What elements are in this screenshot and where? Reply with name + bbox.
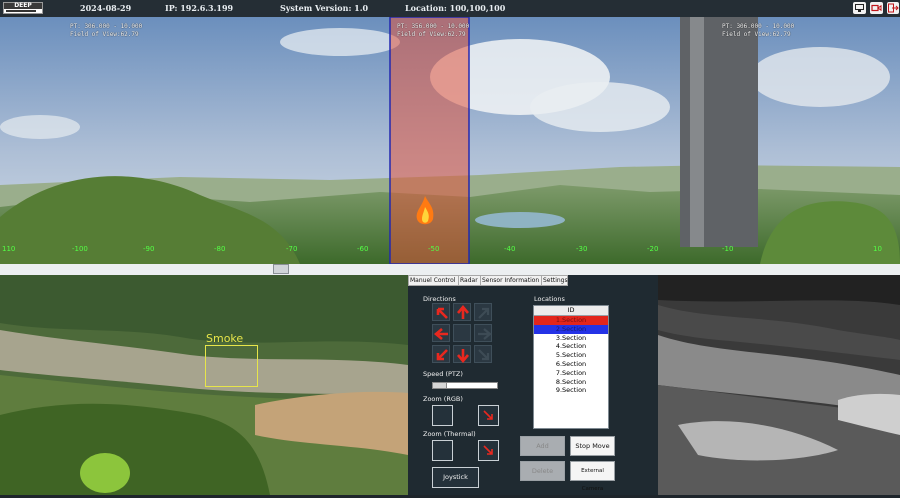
azimuth-tick: -50	[428, 245, 440, 253]
azimuth-tick: -70	[286, 245, 298, 253]
azimuth-tick: 110	[2, 245, 16, 253]
locations-list[interactable]: ID 1.Section 2.Section 3.Section 4.Secti…	[533, 305, 609, 429]
location-row-selected[interactable]: 2.Section	[534, 324, 608, 334]
azimuth-tick: -90	[143, 245, 155, 253]
panorama-scene	[0, 17, 900, 264]
locations-header: ID	[534, 306, 608, 316]
zoom-thermal-in-button[interactable]	[432, 440, 453, 461]
thermal-camera-view[interactable]	[658, 275, 900, 495]
zoom-thermal-out-button[interactable]	[478, 440, 499, 461]
ptz-overlay-right: PT: 306.000 - 10.000 Field of View:62.79	[722, 23, 794, 39]
panorama-view[interactable]: PT: 306.000 - 10.000 Field of View:62.79…	[0, 17, 900, 264]
ptz-right-fov: Field of View:62.79	[722, 31, 791, 38]
ptz-right-position: PT: 306.000 - 10.000	[722, 23, 795, 30]
panorama-scrollbar[interactable]	[0, 264, 900, 275]
ptz-center-fov: Field of View:62.79	[397, 31, 466, 38]
speed-slider[interactable]	[432, 382, 498, 389]
azimuth-scale: 110 -100 -90 -80 -70 -60 -50 -40 -30 -20…	[0, 245, 900, 259]
location-label: Location: 100,100,100	[405, 3, 506, 13]
joystick-button[interactable]: Joystick	[432, 467, 479, 488]
directions-label: Directions	[423, 295, 456, 303]
location-row-selected[interactable]: 1.Section	[534, 316, 608, 325]
direction-pad	[432, 303, 492, 365]
arrow-left-button[interactable]	[432, 324, 450, 342]
version-label: System Version: 1.0	[280, 3, 369, 13]
azimuth-tick: -20	[647, 245, 659, 253]
add-button[interactable]: Add	[520, 436, 565, 456]
zoom-rgb-out-button[interactable]	[478, 405, 499, 426]
smoke-detection-box	[205, 345, 258, 387]
tab-settings[interactable]: Settings	[541, 275, 568, 286]
tab-radar[interactable]: Radar	[458, 275, 481, 286]
logo-text: DEEP	[4, 3, 42, 9]
rgb-camera-view[interactable]: Smoke	[0, 275, 408, 495]
tab-sensor-information[interactable]: Sensor Information	[480, 275, 542, 286]
external-camera-button[interactable]: External Camera	[570, 461, 615, 492]
location-row[interactable]: 7.Section	[534, 369, 608, 378]
ptz-center-position: PT: 356.000 - 10.000	[397, 23, 470, 30]
azimuth-tick: -40	[504, 245, 516, 253]
delete-button[interactable]: Delete	[520, 461, 565, 481]
speed-label: Speed (PTZ)	[423, 370, 463, 378]
monitor-icon[interactable]	[853, 2, 866, 14]
azimuth-tick: -60	[357, 245, 369, 253]
azimuth-tick: -10	[722, 245, 734, 253]
smoke-detection-label: Smoke	[206, 332, 244, 345]
thermal-camera-scene	[658, 275, 900, 495]
location-row[interactable]: 5.Section	[534, 351, 608, 360]
zoom-thermal-label: Zoom (Thermal)	[423, 430, 476, 438]
fire-icon	[416, 196, 434, 225]
top-bar: DEEP 2024-08-29 IP: 192.6.3.199 System V…	[0, 0, 900, 17]
azimuth-tick: -100	[72, 245, 88, 253]
speed-slider-handle[interactable]	[433, 383, 447, 388]
panorama-scroll-handle[interactable]	[273, 264, 289, 274]
arrow-up-left-button[interactable]	[432, 303, 450, 321]
stop-move-button[interactable]: Stop Move	[570, 436, 615, 456]
location-row[interactable]: 8.Section	[534, 378, 608, 387]
arrow-up-button[interactable]	[453, 303, 471, 321]
location-row[interactable]: 9.Section	[534, 386, 608, 395]
azimuth-tick: 10	[873, 245, 882, 253]
zoom-rgb-label: Zoom (RGB)	[423, 395, 463, 403]
azimuth-tick: -80	[214, 245, 226, 253]
app-logo: DEEP	[3, 2, 43, 14]
ptz-overlay-left: PT: 306.000 - 10.000 Field of View:62.79	[70, 23, 142, 39]
date-label: 2024-08-29	[80, 3, 132, 13]
control-panel: Manuel Control Radar Sensor Information …	[408, 275, 658, 495]
locations-label: Locations	[534, 295, 565, 303]
rgb-camera-scene	[0, 275, 408, 495]
home-position-button[interactable]	[453, 324, 471, 342]
ip-label: IP: 192.6.3.199	[165, 3, 234, 13]
ptz-left-fov: Field of View:62.79	[70, 31, 139, 38]
ptz-left-position: PT: 306.000 - 10.000	[70, 23, 143, 30]
location-row[interactable]: 3.Section	[534, 334, 608, 343]
arrow-up-right-button[interactable]	[474, 303, 492, 321]
arrow-down-button[interactable]	[453, 345, 471, 364]
exit-icon[interactable]	[887, 2, 899, 14]
azimuth-tick: -30	[576, 245, 588, 253]
tab-manuel-control[interactable]: Manuel Control	[408, 275, 459, 286]
arrow-down-left-button[interactable]	[432, 345, 450, 363]
ptz-overlay-center: PT: 356.000 - 10.000 Field of View:62.79	[397, 23, 469, 39]
location-row[interactable]: 4.Section	[534, 342, 608, 351]
camera-icon[interactable]	[870, 2, 883, 14]
zoom-rgb-in-button[interactable]	[432, 405, 453, 426]
location-row[interactable]: 6.Section	[534, 360, 608, 369]
arrow-right-button[interactable]	[474, 324, 492, 342]
arrow-down-right-button[interactable]	[474, 345, 492, 363]
